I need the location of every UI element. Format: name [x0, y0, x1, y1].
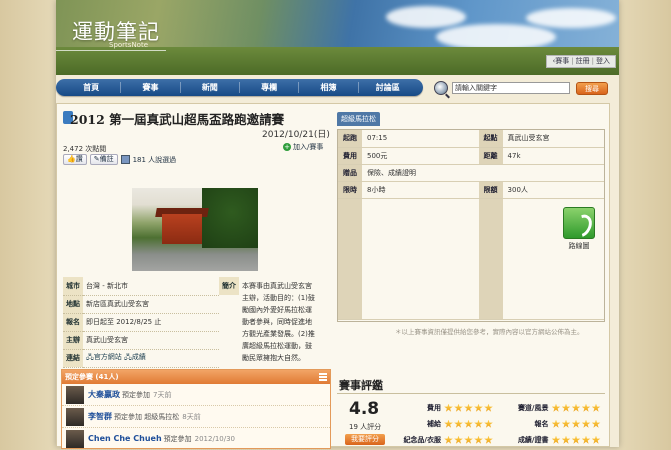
- page: 運動筆記 SportsNote ‹賽事 | 註冊 | 登入 首頁 賽事 新聞 專欄 相簿…: [56, 0, 619, 450]
- star-icon: [561, 419, 571, 428]
- top-links: ‹賽事 | 註冊 | 登入: [546, 55, 616, 68]
- event-card: 2012 第一屆真武山超馬盃路跑邀請賽 2012/10/21(日) + 加入 / 賽…: [56, 103, 610, 450]
- event-title: 2012 第一屆真武山超馬盃路跑邀請賽: [70, 112, 285, 127]
- search-input[interactable]: 請輸入關鍵字: [452, 82, 570, 94]
- star-icon: [464, 419, 473, 428]
- star-icon: [581, 419, 591, 428]
- user-link[interactable]: 大秦贏政: [88, 389, 120, 400]
- list-item: 李智群 預定參加 超級馬拉松 8天前: [62, 406, 330, 428]
- search-button[interactable]: 搜尋: [576, 81, 608, 95]
- star-rating: [551, 419, 602, 429]
- registration-header: 預定參賽 (41人): [65, 373, 119, 381]
- event-actions: 👍讚 ✎備註 181 人說選過: [63, 154, 176, 165]
- star-icon: [561, 403, 571, 412]
- place-value: 新店區真武山受玄宮: [83, 295, 219, 314]
- star-rating: [444, 435, 494, 445]
- results-link[interactable]: 🖧成績: [124, 353, 146, 361]
- star-icon: [484, 419, 493, 428]
- star-rating: [551, 403, 602, 413]
- main-nav: 首頁 賽事 新聞 專欄 相簿 討論區: [56, 79, 423, 96]
- avatar[interactable]: [66, 407, 84, 426]
- search-icon: [434, 81, 448, 95]
- star-icon: [474, 419, 483, 428]
- city-value: 台灣 - 新北市: [83, 277, 219, 296]
- official-site-link[interactable]: 🖧官方網站: [86, 353, 122, 361]
- avatar[interactable]: [66, 429, 84, 448]
- star-icon: [581, 403, 591, 412]
- rating-heading: 賽事評鑑: [339, 379, 383, 392]
- event-date: 2012/10/21(日): [262, 130, 330, 140]
- star-icon: [484, 403, 493, 412]
- star-icon: [571, 419, 581, 428]
- plus-icon: +: [283, 143, 291, 151]
- event-info-table: 城市 台灣 - 新北市 地點 新店區真武山受玄宮 報名 即日起至 2012/8/25 …: [63, 277, 219, 368]
- nav-events[interactable]: 賽事: [121, 82, 181, 93]
- organizer-value: 真武山受玄宮: [83, 331, 219, 350]
- rate-button[interactable]: 我要評分: [345, 434, 385, 445]
- route-icon: [563, 207, 595, 239]
- link-register[interactable]: 註冊: [576, 57, 590, 65]
- star-icon: [581, 435, 591, 444]
- header-banner: 運動筆記 SportsNote ‹賽事 | 註冊 | 登入: [56, 0, 619, 75]
- link-events[interactable]: ‹賽事: [552, 57, 569, 65]
- nav-news[interactable]: 新聞: [181, 82, 240, 93]
- star-icon: [454, 435, 463, 444]
- star-icon: [551, 419, 561, 428]
- star-icon: [484, 435, 493, 444]
- star-icon: [591, 435, 601, 444]
- nav-forum[interactable]: 討論區: [359, 82, 417, 93]
- star-rating: [551, 435, 602, 445]
- race-disclaimer: ＊以上賽事資訊僅提供給您參考，實際內容以官方網站公佈為主。: [395, 328, 584, 336]
- star-icon: [464, 403, 473, 412]
- star-icon: [561, 435, 571, 444]
- registration-panel: 預定參賽 (41人) 大秦贏政 預定參加 7天前 李智群 預定參加 超級馬拉松 …: [61, 369, 331, 450]
- star-icon: [474, 435, 483, 444]
- route-map-button[interactable]: 路線圖: [562, 207, 596, 251]
- star-icon: [551, 403, 561, 412]
- signup-value: 即日起至 2012/8/25 止: [83, 313, 219, 332]
- tab-ultramarathon[interactable]: 超級馬拉松: [337, 112, 380, 126]
- star-icon: [474, 403, 483, 412]
- view-count: 2,472 次點閱: [63, 145, 107, 153]
- star-icon: [571, 435, 581, 444]
- menu-icon[interactable]: [319, 373, 327, 381]
- star-rating: [444, 419, 494, 429]
- intro-label: 簡介: [219, 277, 239, 295]
- link-login[interactable]: 登入: [596, 57, 610, 65]
- user-link[interactable]: 李智群: [88, 411, 112, 422]
- star-icon: [551, 435, 561, 444]
- nav-albums[interactable]: 相簿: [299, 82, 359, 93]
- rating-score: 4.8: [349, 399, 380, 419]
- list-item: 大秦贏政 預定參加 7天前: [62, 384, 330, 406]
- user-link[interactable]: Chen Che Chueh: [88, 434, 162, 443]
- avatar[interactable]: [66, 385, 84, 404]
- event-photo[interactable]: [132, 188, 258, 271]
- star-icon: [444, 419, 453, 428]
- star-icon: [444, 435, 453, 444]
- star-icon: [454, 403, 463, 412]
- like-button[interactable]: 👍讚: [63, 154, 87, 165]
- star-icon: [591, 403, 601, 412]
- star-icon: [591, 419, 601, 428]
- event-intro: 本賽事由真武山受玄宮主辦，活動目的：(1)鼓勵國內外愛好馬拉松運動者參與，同時促…: [242, 282, 315, 362]
- add-to-trip-button[interactable]: + 加入 / 賽事: [283, 142, 323, 152]
- rating-breakdown: 費用 賽道/風景 補給 報名 紀念品/衣服 成績/證書: [395, 400, 610, 448]
- star-rating: [444, 403, 494, 413]
- race-details: 起跑 07:15 起點 真武山受玄宮 費用 500元 距離 47k 贈品 保險、成績證明 限時…: [337, 129, 605, 322]
- people-icon: [120, 155, 130, 164]
- star-icon: [571, 403, 581, 412]
- star-icon: [464, 435, 473, 444]
- star-icon: [454, 419, 463, 428]
- search-bar: 請輸入關鍵字 搜尋: [434, 80, 619, 96]
- rating-count: 19 人評分: [349, 423, 382, 431]
- site-logo-subtitle: SportsNote: [109, 41, 149, 49]
- nav-home[interactable]: 首頁: [62, 82, 122, 93]
- remind-button[interactable]: ✎備註: [89, 154, 118, 165]
- nav-columns[interactable]: 專欄: [240, 82, 300, 93]
- attending-count: 181 人說選過: [120, 155, 176, 165]
- star-icon: [444, 403, 453, 412]
